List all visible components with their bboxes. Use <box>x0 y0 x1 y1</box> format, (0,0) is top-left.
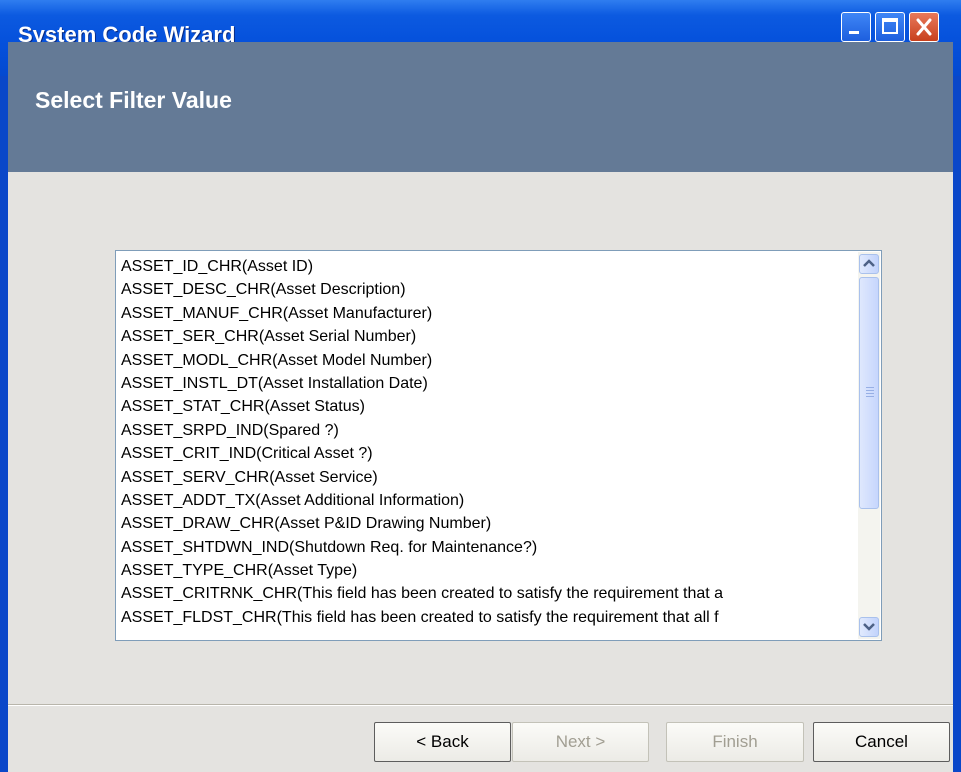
close-button[interactable] <box>909 12 939 42</box>
back-button[interactable]: < Back <box>374 722 511 762</box>
list-item[interactable]: ASSET_ID_CHR(Asset ID) <box>121 255 853 278</box>
scroll-thumb[interactable] <box>859 277 879 509</box>
list-item[interactable]: ASSET_SERV_CHR(Asset Service) <box>121 466 853 489</box>
scroll-up-button[interactable] <box>859 254 879 274</box>
scroll-down-button[interactable] <box>859 617 879 637</box>
page-title: Select Filter Value <box>35 87 232 113</box>
list-item[interactable]: ASSET_INSTL_DT(Asset Installation Date) <box>121 372 853 395</box>
list-item[interactable]: ASSET_CRITRNK_CHR(This field has been cr… <box>121 582 853 605</box>
list-item[interactable]: ASSET_DESC_CHR(Asset Description) <box>121 278 853 301</box>
footer-divider-highlight <box>8 705 953 706</box>
list-item[interactable]: ASSET_MANUF_CHR(Asset Manufacturer) <box>121 302 853 325</box>
chevron-down-icon <box>863 623 875 631</box>
grip-line <box>866 390 874 391</box>
maximize-icon <box>882 18 898 34</box>
cancel-button[interactable]: Cancel <box>813 722 950 762</box>
list-item[interactable]: ASSET_TYPE_CHR(Asset Type) <box>121 559 853 582</box>
list-item[interactable]: ASSET_ADDT_TX(Asset Additional Informati… <box>121 489 853 512</box>
minimize-icon <box>849 31 859 34</box>
grip-line <box>866 393 874 394</box>
grip-line <box>866 387 874 388</box>
list-item[interactable]: ASSET_SRPD_IND(Spared ?) <box>121 419 853 442</box>
list-item[interactable]: ASSET_FLDST_CHR(This field has been crea… <box>121 606 853 629</box>
list-item[interactable]: ASSET_DRAW_CHR(Asset P&ID Drawing Number… <box>121 512 853 535</box>
grip-line <box>866 396 874 397</box>
finish-button[interactable]: Finish <box>666 722 804 762</box>
next-button[interactable]: Next > <box>512 722 649 762</box>
wizard-client-area: Select Filter Value ASSET_ID_CHR(Asset I… <box>8 42 953 772</box>
chevron-up-icon <box>863 259 875 267</box>
filter-value-listbox[interactable]: ASSET_ID_CHR(Asset ID) ASSET_DESC_CHR(As… <box>115 250 882 641</box>
list-item[interactable]: ASSET_SHTDWN_IND(Shutdown Req. for Maint… <box>121 536 853 559</box>
wizard-window: System Code Wizard Select Filter Value A… <box>0 0 961 772</box>
minimize-button[interactable] <box>841 12 871 42</box>
vertical-scrollbar[interactable] <box>858 252 880 639</box>
list-item[interactable]: ASSET_CRIT_IND(Critical Asset ?) <box>121 442 853 465</box>
maximize-button[interactable] <box>875 12 905 42</box>
list-item[interactable]: ASSET_STAT_CHR(Asset Status) <box>121 395 853 418</box>
wizard-header: Select Filter Value <box>8 42 953 172</box>
list-item[interactable]: ASSET_SER_CHR(Asset Serial Number) <box>121 325 853 348</box>
list-item[interactable]: ASSET_MODL_CHR(Asset Model Number) <box>121 349 853 372</box>
filter-value-list: ASSET_ID_CHR(Asset ID) ASSET_DESC_CHR(As… <box>121 255 853 629</box>
close-icon <box>916 18 932 36</box>
